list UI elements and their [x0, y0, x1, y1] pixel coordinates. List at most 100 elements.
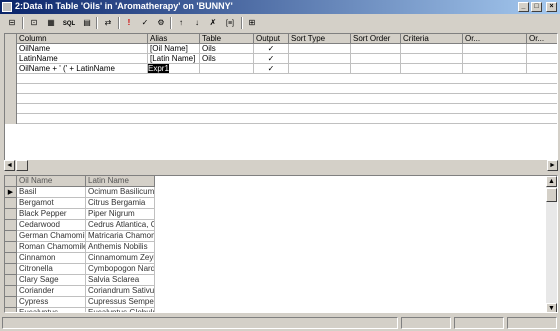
- table-cell[interactable]: [200, 64, 254, 74]
- scroll-left-icon[interactable]: ◄: [4, 160, 15, 171]
- row-selector[interactable]: [5, 74, 17, 84]
- criteria-row[interactable]: [5, 94, 557, 104]
- output-checkbox[interactable]: ✓: [254, 54, 289, 64]
- oil-name-cell[interactable]: Cypress: [17, 297, 86, 308]
- or-cell[interactable]: [527, 64, 557, 74]
- scroll-right-icon[interactable]: ►: [547, 160, 558, 171]
- oil-name-cell[interactable]: Coriander: [17, 286, 86, 297]
- row-selector[interactable]: [5, 44, 17, 54]
- alias-cell[interactable]: [Latin Name]: [148, 54, 200, 64]
- oil-name-cell[interactable]: Basil: [17, 187, 86, 198]
- result-row[interactable]: ▶ Basil Ocimum Basilicum: [5, 187, 155, 198]
- result-row[interactable]: Bergamot Citrus Bergamia: [5, 198, 155, 209]
- remove-filter-button[interactable]: ✗: [205, 16, 221, 30]
- row-indicator[interactable]: ▶: [5, 187, 17, 198]
- column-cell[interactable]: OilName: [17, 44, 148, 54]
- criteria-row[interactable]: [5, 84, 557, 94]
- result-row[interactable]: Eucalyptus Eucalyptus Globulu: [5, 308, 155, 312]
- latin-name-cell[interactable]: Eucalyptus Globulu: [86, 308, 155, 312]
- row-indicator[interactable]: [5, 242, 17, 253]
- show-sql-button[interactable]: SQL: [60, 16, 78, 30]
- or-header-1[interactable]: Or...: [463, 34, 527, 44]
- column-cell[interactable]: LatinName: [17, 54, 148, 64]
- oil-name-header[interactable]: Oil Name: [17, 176, 86, 187]
- latin-name-cell[interactable]: Cupressus Sempervi: [86, 297, 155, 308]
- sort-order-cell[interactable]: [351, 54, 401, 64]
- oil-name-cell[interactable]: Cinnamon: [17, 253, 86, 264]
- criteria-cell[interactable]: [401, 44, 463, 54]
- or-cell[interactable]: [463, 44, 527, 54]
- row-indicator[interactable]: [5, 253, 17, 264]
- latin-name-cell[interactable]: Salvia Sclarea: [86, 275, 155, 286]
- properties-button[interactable]: ⊟: [4, 16, 20, 30]
- change-type-button[interactable]: ⇄: [100, 16, 116, 30]
- criteria-header[interactable]: Criteria: [401, 34, 463, 44]
- sort-order-header[interactable]: Sort Order: [351, 34, 401, 44]
- column-header[interactable]: Column: [17, 34, 148, 44]
- row-indicator[interactable]: [5, 209, 17, 220]
- criteria-row[interactable]: OilName + ' (' + LatinName Expr1 ✓: [5, 64, 557, 74]
- row-selector[interactable]: [5, 114, 17, 124]
- row-indicator[interactable]: [5, 198, 17, 209]
- column-cell[interactable]: OilName + ' (' + LatinName: [17, 64, 148, 74]
- oil-name-cell[interactable]: Roman Chamomile: [17, 242, 86, 253]
- sort-asc-button[interactable]: ↑: [173, 16, 189, 30]
- oil-name-cell[interactable]: German Chamomile: [17, 231, 86, 242]
- result-row[interactable]: Clary Sage Salvia Sclarea: [5, 275, 155, 286]
- latin-name-cell[interactable]: Cedrus Atlantica, C: [86, 220, 155, 231]
- or-cell[interactable]: [527, 44, 557, 54]
- or-cell[interactable]: [527, 54, 557, 64]
- table-cell[interactable]: Oils: [200, 54, 254, 64]
- table-cell[interactable]: Oils: [200, 44, 254, 54]
- minimize-button[interactable]: _: [518, 2, 529, 12]
- row-selector[interactable]: [5, 94, 17, 104]
- sort-type-header[interactable]: Sort Type: [289, 34, 351, 44]
- output-checkbox[interactable]: ✓: [254, 64, 289, 74]
- show-diagram-button[interactable]: ⊡: [26, 16, 42, 30]
- add-table-button[interactable]: ⊞: [244, 16, 260, 30]
- criteria-row[interactable]: [5, 114, 557, 124]
- show-results-button[interactable]: ▤: [79, 16, 95, 30]
- latin-name-cell[interactable]: Anthemis Nobilis: [86, 242, 155, 253]
- group-by-button[interactable]: ⚙: [153, 16, 169, 30]
- use-group-by-button[interactable]: [≡]: [221, 16, 239, 30]
- latin-name-cell[interactable]: Ocimum Basilicum: [86, 187, 155, 198]
- sort-order-cell[interactable]: [351, 44, 401, 54]
- title-bar[interactable]: 2:Data in Table 'Oils' in 'Aromatherapy'…: [0, 0, 560, 14]
- latin-name-cell[interactable]: Cymbopogon Nardu: [86, 264, 155, 275]
- latin-name-header[interactable]: Latin Name: [86, 176, 155, 187]
- oil-name-cell[interactable]: Citronella: [17, 264, 86, 275]
- latin-name-cell[interactable]: Matricaria Chamom: [86, 231, 155, 242]
- row-indicator[interactable]: [5, 286, 17, 297]
- result-row[interactable]: Roman Chamomile Anthemis Nobilis: [5, 242, 155, 253]
- sort-type-cell[interactable]: [289, 64, 351, 74]
- or-cell[interactable]: [463, 54, 527, 64]
- or-cell[interactable]: [463, 64, 527, 74]
- sort-order-cell[interactable]: [351, 64, 401, 74]
- row-indicator[interactable]: [5, 308, 17, 312]
- maximize-button[interactable]: □: [531, 2, 542, 12]
- criteria-row[interactable]: LatinName [Latin Name] Oils ✓: [5, 54, 557, 64]
- results-vertical-scrollbar[interactable]: ▲ ▼: [546, 176, 557, 312]
- output-checkbox[interactable]: ✓: [254, 44, 289, 54]
- scroll-thumb[interactable]: [546, 188, 557, 202]
- output-header[interactable]: Output: [254, 34, 289, 44]
- oil-name-cell[interactable]: Black Pepper: [17, 209, 86, 220]
- alias-cell[interactable]: Expr1: [148, 64, 200, 74]
- row-indicator[interactable]: [5, 220, 17, 231]
- row-indicator[interactable]: [5, 275, 17, 286]
- latin-name-cell[interactable]: Piper Nigrum: [86, 209, 155, 220]
- latin-name-cell[interactable]: Citrus Bergamia: [86, 198, 155, 209]
- show-grid-button[interactable]: ▦: [43, 16, 59, 30]
- oil-name-cell[interactable]: Clary Sage: [17, 275, 86, 286]
- latin-name-cell[interactable]: Coriandrum Sativum: [86, 286, 155, 297]
- row-selector[interactable]: [5, 64, 17, 74]
- close-button[interactable]: ×: [546, 2, 557, 12]
- criteria-cell[interactable]: [401, 54, 463, 64]
- scroll-down-icon[interactable]: ▼: [546, 303, 557, 312]
- result-row[interactable]: Cypress Cupressus Sempervi: [5, 297, 155, 308]
- sort-type-cell[interactable]: [289, 54, 351, 64]
- row-selector[interactable]: [5, 104, 17, 114]
- oil-name-cell[interactable]: Bergamot: [17, 198, 86, 209]
- sort-desc-button[interactable]: ↓: [189, 16, 205, 30]
